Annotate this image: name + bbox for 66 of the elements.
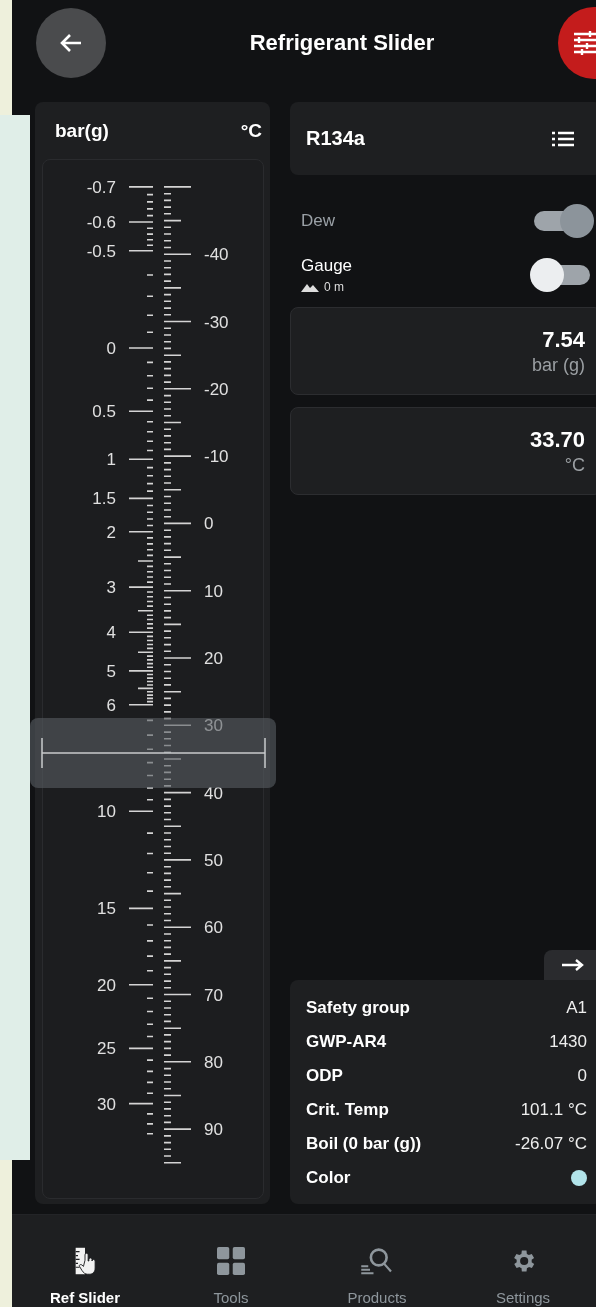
nav-tab[interactable]: Products	[304, 1215, 450, 1307]
property-value: 1430	[549, 1032, 587, 1052]
property-label: Safety group	[306, 998, 410, 1018]
temperature-label: 80	[204, 1052, 223, 1072]
temperature-unit: °C	[240, 119, 262, 142]
temperature-label: 20	[204, 649, 223, 668]
arrow-right-icon	[562, 959, 584, 971]
pressure-label: -0.5	[86, 241, 116, 261]
temperature-label: 40	[204, 783, 223, 803]
property-label: Crit. Temp	[306, 1100, 389, 1120]
pressure-label: 1.5	[92, 489, 116, 509]
pressure-label: 10	[97, 802, 116, 822]
temperature-label: -40	[204, 245, 229, 265]
nav-tab[interactable]: Ref Slider	[12, 1215, 158, 1307]
property-value: 0	[577, 1066, 587, 1086]
toggle-label: Dew	[301, 211, 335, 231]
property-label: ODP	[306, 1066, 343, 1086]
pressure-label: 3	[106, 578, 116, 598]
pressure-label: 1	[106, 450, 116, 470]
temperature-label: 60	[204, 918, 223, 938]
temperature-label: -30	[204, 312, 229, 332]
pressure-label: 20	[97, 975, 116, 995]
property-label: Color	[306, 1168, 351, 1188]
slider-handle[interactable]	[30, 717, 276, 788]
nav-tab[interactable]: Settings	[450, 1215, 596, 1307]
temperature-label: 50	[204, 850, 223, 870]
nav-tab[interactable]: Tools	[158, 1215, 304, 1307]
property-label: GWP-AR4	[306, 1032, 387, 1052]
list-icon	[552, 130, 574, 147]
property-value: -26.07 °C	[515, 1134, 587, 1154]
search-icon	[359, 1247, 395, 1275]
reading-value: 33.70	[529, 426, 585, 453]
pressure-label: -0.7	[86, 177, 116, 197]
temperature-label: 10	[204, 581, 223, 601]
pressure-label: 4	[106, 623, 116, 643]
property-value: 101.1 °C	[520, 1100, 587, 1120]
temperature-label: 30	[204, 716, 223, 736]
mountain-icon	[301, 282, 319, 292]
expand-tab[interactable]	[544, 950, 596, 980]
pressure-unit: bar(g)	[55, 119, 109, 142]
property-label: Boil (0 bar (g))	[306, 1134, 422, 1154]
reading-unit: bar (g)	[532, 354, 585, 376]
pressure-label: 15	[97, 899, 116, 919]
pressure-label: 5	[106, 661, 116, 681]
pressure-label: 2	[106, 522, 116, 542]
temperature-label: 90	[204, 1120, 223, 1140]
pressure-label: 6	[106, 695, 116, 715]
refrigerant-selector[interactable]: R134a	[290, 102, 596, 175]
pressure-label: 0	[106, 339, 116, 358]
reading-unit: °C	[564, 454, 585, 476]
pressure-label: -0.6	[86, 213, 116, 232]
altitude-text: 0 m	[324, 280, 344, 294]
pressure-label: 25	[97, 1039, 116, 1059]
grid-icon	[215, 1247, 247, 1275]
toggle-label: Gauge	[301, 256, 353, 276]
pressure-label: 0.5	[92, 402, 116, 422]
pressure-label: 30	[97, 1094, 116, 1114]
sliders-icon	[573, 31, 596, 55]
temperature-label: 0	[204, 514, 214, 534]
temperature-label: -10	[204, 447, 229, 467]
temperature-label: 70	[204, 985, 223, 1005]
page-title: Refrigerant Slider	[248, 30, 436, 56]
reading-value: 7.54	[542, 326, 585, 353]
temperature-label: -20	[204, 379, 229, 399]
property-value: A1	[566, 998, 587, 1018]
back-arrow-icon	[60, 33, 82, 53]
